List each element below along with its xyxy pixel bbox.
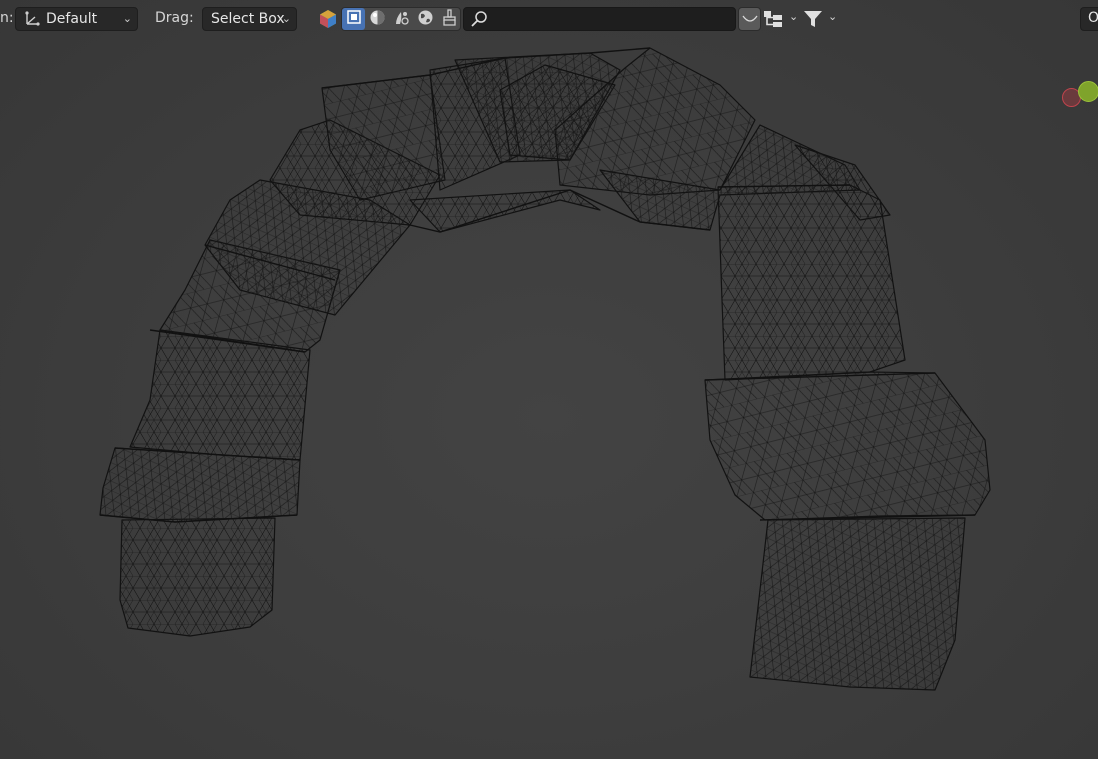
chevron-down-icon: ⌄ <box>828 10 838 23</box>
globe-icon <box>417 9 434 30</box>
filter-icon <box>803 9 823 33</box>
pivot-button[interactable] <box>390 8 413 30</box>
selectability-visibility-group <box>341 7 461 31</box>
options-button[interactable]: O <box>1080 7 1098 31</box>
chevron-down-icon: ⌄ <box>122 12 132 25</box>
transform-orientation-label: n: <box>0 10 14 26</box>
search-icon <box>470 10 488 32</box>
filter-dropdown[interactable]: ⌄ <box>803 9 841 29</box>
brush-icon <box>441 8 458 30</box>
global-button[interactable] <box>414 8 437 30</box>
search-input[interactable] <box>494 10 728 30</box>
select-object-button[interactable] <box>342 8 365 30</box>
chevron-down-icon: ⌄ <box>789 10 799 23</box>
drag-mode-dropdown[interactable]: Select Box ⌄ <box>202 7 297 31</box>
transform-orientation-value: Default <box>46 11 98 27</box>
gizmo-y-axis[interactable] <box>1078 81 1098 102</box>
drag-label: Drag: <box>155 10 194 26</box>
3d-viewport[interactable]: n: Default ⌄ Drag: Select Box ⌄ ⌄ ⌄ O <box>0 0 1098 759</box>
shading-button[interactable] <box>366 8 389 30</box>
pivot-icon <box>393 9 410 30</box>
hierarchy-dropdown[interactable]: ⌄ <box>763 9 801 29</box>
brush-button[interactable] <box>438 8 461 30</box>
transform-orientation-dropdown[interactable]: Default ⌄ <box>15 7 138 31</box>
hierarchy-icon <box>763 9 785 33</box>
proportional-curve-icon <box>742 10 758 30</box>
shading-icon <box>369 9 386 30</box>
chevron-down-icon: ⌄ <box>281 12 291 25</box>
color-filter-icon[interactable] <box>318 9 338 33</box>
orientation-icon <box>23 10 41 35</box>
drag-mode-value: Select Box <box>211 11 285 27</box>
proportional-edit-button[interactable] <box>738 7 761 31</box>
viewport-header: n: Default ⌄ Drag: Select Box ⌄ ⌄ ⌄ O <box>0 0 1098 38</box>
left-base-block <box>119 517 276 637</box>
navigation-gizmo[interactable] <box>1055 70 1098 120</box>
search-field[interactable] <box>463 7 736 31</box>
select-object-icon <box>346 9 362 29</box>
wireframe-mesh <box>99 47 991 691</box>
options-label: O <box>1088 10 1098 26</box>
